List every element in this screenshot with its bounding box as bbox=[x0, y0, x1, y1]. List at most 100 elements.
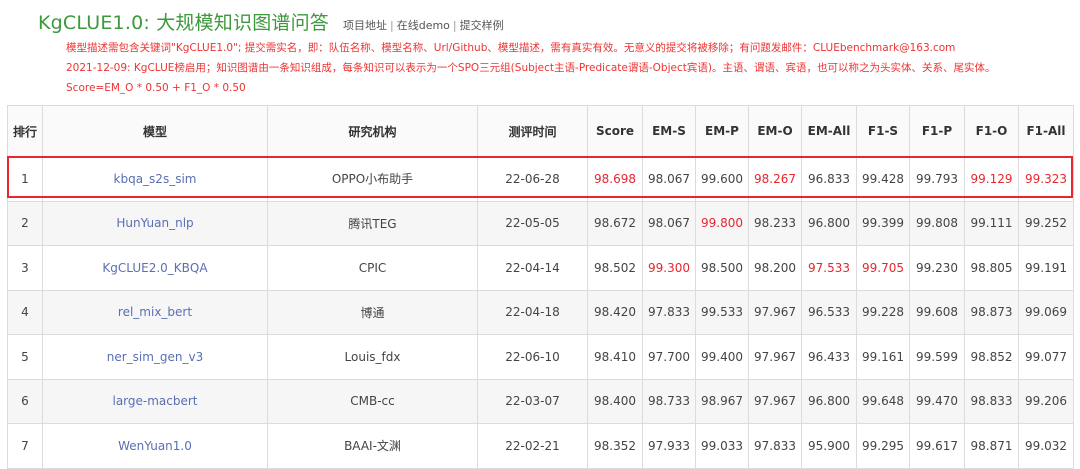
rank-cell: 4 bbox=[7, 289, 43, 335]
eval-date-cell: 22-03-07 bbox=[477, 378, 588, 424]
model-name-link[interactable]: HunYuan_nlp bbox=[42, 200, 268, 246]
eval-date-cell: 22-02-21 bbox=[477, 423, 588, 469]
score-cell: 98.833 bbox=[964, 378, 1019, 424]
model-name-link[interactable]: ner_sim_gen_v3 bbox=[42, 334, 268, 380]
notice-submission-rules: 模型描述需包含关键词"KgCLUE1.0"; 提交需实名，即：队伍名称、模型名称… bbox=[66, 42, 956, 54]
score-cell: 96.800 bbox=[801, 200, 857, 246]
link-separator: | bbox=[452, 19, 457, 32]
score-cell: 99.161 bbox=[856, 334, 910, 380]
score-cell: 97.967 bbox=[748, 334, 802, 380]
score-cell: 98.852 bbox=[964, 334, 1019, 380]
table-row: 7 WenYuan1.0 BAAI-文渊 22-02-21 98.352 97.933 99… bbox=[7, 423, 1074, 469]
score-cell: 99.300 bbox=[642, 245, 696, 291]
table-row: 5 ner_sim_gen_v3 Louis_fdx 22-06-10 98.410 97… bbox=[7, 334, 1074, 380]
link-submit-example[interactable]: 提交样例 bbox=[460, 19, 504, 32]
header-links: 项目地址 | 在线demo | 提交样例 bbox=[343, 17, 504, 33]
score-cell: 98.400 bbox=[587, 378, 643, 424]
score-cell: 99.808 bbox=[909, 200, 965, 246]
score-cell: 96.800 bbox=[801, 378, 857, 424]
score-cell: 98.233 bbox=[748, 200, 802, 246]
score-cell: 96.533 bbox=[801, 289, 857, 335]
score-cell: 99.400 bbox=[695, 334, 749, 380]
eval-date-cell: 22-04-14 bbox=[477, 245, 588, 291]
table-row: 3 KgCLUE2.0_KBQA CPIC 22-04-14 98.502 99.300 9… bbox=[7, 245, 1074, 291]
institution-cell: 腾讯TEG bbox=[267, 200, 478, 246]
score-cell: 98.410 bbox=[587, 334, 643, 380]
score-cell: 99.648 bbox=[856, 378, 910, 424]
table-row: 2 HunYuan_nlp 腾讯TEG 22-05-05 98.672 98.067 99.… bbox=[7, 200, 1074, 246]
score-cell: 99.617 bbox=[909, 423, 965, 469]
page-header: KgCLUE1.0: 大规模知识图谱问答 项目地址 | 在线demo | 提交样例 模型… bbox=[38, 8, 1070, 98]
score-cell: 95.900 bbox=[801, 423, 857, 469]
title-row: KgCLUE1.0: 大规模知识图谱问答 项目地址 | 在线demo | 提交样例 bbox=[38, 8, 1070, 38]
table-row: 6 large-macbert CMB-cc 22-03-07 98.400 98.733… bbox=[7, 378, 1074, 424]
score-cell: 99.252 bbox=[1018, 200, 1074, 246]
notice-release: 2021-12-09: KgCLUE榜启用；知识图谱由一条知识组成，每条知识可以… bbox=[66, 62, 996, 74]
score-cell: 98.267 bbox=[748, 156, 802, 202]
score-cell: 97.700 bbox=[642, 334, 696, 380]
institution-cell: OPPO小布助手 bbox=[267, 156, 478, 202]
column-header: F1-P bbox=[909, 105, 965, 157]
score-cell: 98.500 bbox=[695, 245, 749, 291]
score-cell: 99.033 bbox=[695, 423, 749, 469]
model-name-link[interactable]: KgCLUE2.0_KBQA bbox=[42, 245, 268, 291]
score-cell: 98.067 bbox=[642, 200, 696, 246]
institution-cell: 博通 bbox=[267, 289, 478, 335]
model-name-link[interactable]: kbqa_s2s_sim bbox=[42, 156, 268, 202]
rank-cell: 1 bbox=[7, 156, 43, 202]
column-header: Score bbox=[587, 105, 643, 157]
column-header: EM-P bbox=[695, 105, 749, 157]
eval-date-cell: 22-06-10 bbox=[477, 334, 588, 380]
link-online-demo[interactable]: 在线demo bbox=[397, 19, 450, 32]
score-cell: 99.399 bbox=[856, 200, 910, 246]
score-cell: 99.228 bbox=[856, 289, 910, 335]
link-separator: | bbox=[390, 19, 394, 32]
notice-score-formula: Score=EM_O * 0.50 + F1_O * 0.50 bbox=[66, 82, 246, 94]
score-cell: 99.705 bbox=[856, 245, 910, 291]
score-cell: 97.833 bbox=[748, 423, 802, 469]
score-cell: 99.533 bbox=[695, 289, 749, 335]
score-cell: 99.800 bbox=[695, 200, 749, 246]
score-cell: 97.967 bbox=[748, 289, 802, 335]
score-cell: 99.600 bbox=[695, 156, 749, 202]
score-cell: 99.295 bbox=[856, 423, 910, 469]
score-cell: 98.200 bbox=[748, 245, 802, 291]
score-cell: 99.230 bbox=[909, 245, 965, 291]
score-cell: 98.733 bbox=[642, 378, 696, 424]
score-cell: 96.433 bbox=[801, 334, 857, 380]
score-cell: 99.599 bbox=[909, 334, 965, 380]
model-name-link[interactable]: WenYuan1.0 bbox=[42, 423, 268, 469]
column-header: EM-S bbox=[642, 105, 696, 157]
score-cell: 99.111 bbox=[964, 200, 1019, 246]
score-cell: 97.933 bbox=[642, 423, 696, 469]
score-cell: 99.069 bbox=[1018, 289, 1074, 335]
score-cell: 99.793 bbox=[909, 156, 965, 202]
score-cell: 99.032 bbox=[1018, 423, 1074, 469]
institution-cell: Louis_fdx bbox=[267, 334, 478, 380]
leaderboard-table-wrap: 排行 模型 研究机构 测评时间 Score EM-S EM-P EM-O EM-All F1-S F… bbox=[7, 105, 1074, 469]
column-header: F1-S bbox=[856, 105, 910, 157]
column-header: 测评时间 bbox=[477, 105, 588, 157]
score-cell: 96.833 bbox=[801, 156, 857, 202]
link-project-address[interactable]: 项目地址 bbox=[343, 19, 387, 32]
model-name-link[interactable]: large-macbert bbox=[42, 378, 268, 424]
score-cell: 98.967 bbox=[695, 378, 749, 424]
score-cell: 97.833 bbox=[642, 289, 696, 335]
score-cell: 98.805 bbox=[964, 245, 1019, 291]
table-row: 1 kbqa_s2s_sim OPPO小布助手 22-06-28 98.698 98.06… bbox=[7, 156, 1074, 202]
score-cell: 97.967 bbox=[748, 378, 802, 424]
score-cell: 97.533 bbox=[801, 245, 857, 291]
score-cell: 98.067 bbox=[642, 156, 696, 202]
rank-cell: 6 bbox=[7, 378, 43, 424]
model-name-link[interactable]: rel_mix_bert bbox=[42, 289, 268, 335]
eval-date-cell: 22-06-28 bbox=[477, 156, 588, 202]
score-cell: 99.129 bbox=[964, 156, 1019, 202]
score-cell: 99.323 bbox=[1018, 156, 1074, 202]
score-cell: 99.470 bbox=[909, 378, 965, 424]
rank-cell: 7 bbox=[7, 423, 43, 469]
score-cell: 98.871 bbox=[964, 423, 1019, 469]
score-cell: 99.191 bbox=[1018, 245, 1074, 291]
column-header: 研究机构 bbox=[267, 105, 478, 157]
score-cell: 99.428 bbox=[856, 156, 910, 202]
score-cell: 98.873 bbox=[964, 289, 1019, 335]
